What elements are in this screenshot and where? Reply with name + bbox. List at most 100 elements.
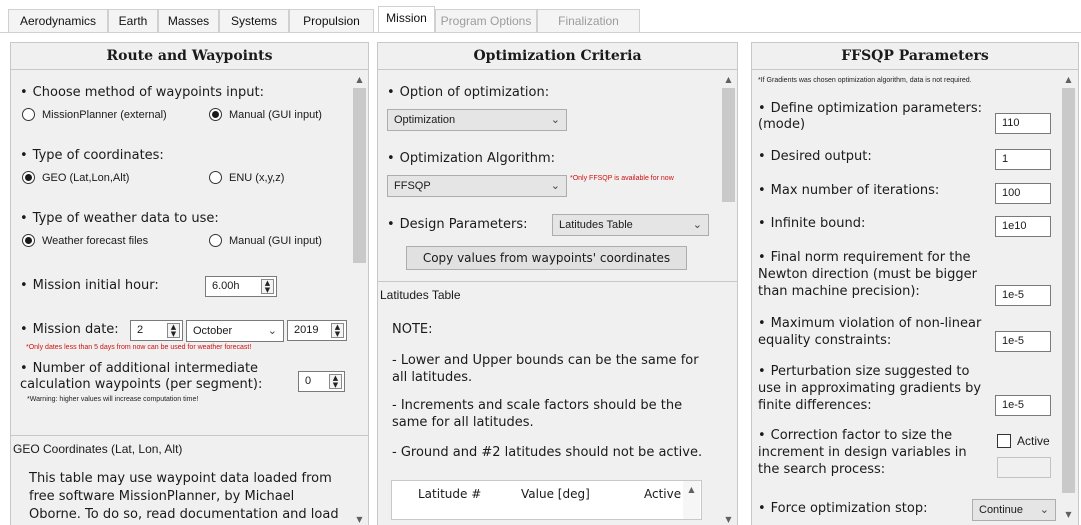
tab-masses[interactable]: Masses [158, 9, 219, 33]
force-stop-select[interactable]: Continue ⌄ [972, 499, 1056, 521]
param-norm-label: Final norm requirement for the Newton di… [758, 249, 993, 300]
mission-date-label: Mission date: [20, 322, 119, 338]
route-scrollbar[interactable]: ▲ [351, 71, 368, 435]
date-note: *Only dates less than 5 days from now ca… [26, 344, 252, 351]
geo-coordinates-subpanel: GEO Coordinates (Lat, Lon, Alt) This tab… [11, 435, 368, 525]
spin-arrows-icon[interactable]: ▲ ▼ [167, 323, 180, 338]
param-output-input[interactable]: 1 [995, 149, 1051, 170]
column-header-value[interactable]: Value [deg] [521, 487, 590, 501]
radio-dot-selected [22, 171, 35, 184]
spin-arrows-icon[interactable]: ▲ ▼ [261, 279, 274, 294]
ffsqp-panel-title: FFSQP Parameters [752, 43, 1078, 70]
scroll-down-icon[interactable]: ▼ [1060, 506, 1077, 523]
param-violation-input[interactable]: 1e-5 [995, 331, 1051, 352]
spin-arrows-icon[interactable]: ▲ ▼ [329, 374, 342, 389]
radio-weather-files[interactable]: Weather forecast files [22, 234, 148, 247]
initial-hour-value: 6.00h [212, 280, 240, 292]
chevron-down-icon: ⌄ [550, 114, 560, 126]
param-norm-input[interactable]: 1e-5 [995, 285, 1051, 306]
chevron-down-icon: ⌄ [550, 180, 560, 192]
radio-label: MissionPlanner (external) [42, 108, 167, 121]
checkbox-label: Active [1017, 434, 1050, 448]
date-day-spinbox[interactable]: 2 ▲ ▼ [130, 320, 183, 341]
tab-propulsion[interactable]: Propulsion [289, 9, 374, 33]
latitudes-table: Latitude # Value [deg] Active ▲ [391, 480, 702, 520]
optimization-option-label: Option of optimization: [387, 85, 549, 101]
optimization-option-select[interactable]: Optimization ⌄ [387, 109, 567, 131]
scrollbar-thumb[interactable] [353, 88, 366, 263]
radio-enu[interactable]: ENU (x,y,z) [209, 171, 284, 184]
param-bound-input[interactable]: 1e10 [995, 216, 1051, 237]
scrollbar-thumb[interactable] [722, 88, 735, 202]
chevron-down-icon: ⌄ [267, 325, 277, 337]
route-waypoints-panel: Route and Waypoints Choose method of way… [10, 42, 369, 525]
optimization-criteria-panel: Optimization Criteria Option of optimiza… [377, 42, 738, 525]
note-ground: - Ground and #2 latitudes should not be … [392, 445, 703, 460]
date-month-select[interactable]: October ⌄ [186, 320, 284, 342]
table-scrollbar[interactable]: ▲ [683, 481, 700, 519]
latitudes-scrollbar[interactable]: ▼ [720, 282, 737, 525]
route-panel-title: Route and Waypoints [11, 43, 368, 70]
radio-missionplanner[interactable]: MissionPlanner (external) [22, 108, 167, 121]
radio-dot-selected [22, 234, 35, 247]
tab-earth[interactable]: Earth [108, 9, 158, 33]
radio-label: GEO (Lat,Lon,Alt) [42, 171, 130, 184]
ffsqp-parameters-panel: FFSQP Parameters *If Gradients was chose… [751, 42, 1079, 525]
scroll-down-icon[interactable]: ▼ [351, 511, 368, 525]
scroll-up-icon[interactable]: ▲ [683, 481, 700, 498]
scroll-up-icon[interactable]: ▲ [720, 71, 737, 88]
scroll-down-icon[interactable]: ▼ [720, 511, 737, 525]
param-bound-label: Infinite bound: [758, 216, 866, 232]
tab-mission[interactable]: Mission [378, 6, 435, 33]
chevron-down-icon: ⌄ [692, 219, 702, 231]
radio-label: Manual (GUI input) [229, 234, 322, 247]
ffsqp-note: *If Gradients was chosen optimization al… [758, 77, 972, 84]
param-output-label: Desired output: [758, 149, 872, 165]
radio-label: Weather forecast files [42, 234, 149, 247]
correction-factor-label: Correction factor to size the increment … [758, 427, 990, 478]
scrollbar-thumb[interactable] [1062, 88, 1075, 493]
ffsqp-scrollbar[interactable]: ▲ ▼ [1060, 71, 1077, 523]
column-header-active[interactable]: Active [644, 487, 681, 501]
design-parameters-value: Latitudes Table [559, 219, 633, 231]
param-mode-input[interactable]: 110 [995, 113, 1051, 134]
scroll-up-icon[interactable]: ▲ [1060, 71, 1077, 88]
algorithm-label: Optimization Algorithm: [387, 151, 555, 167]
correction-factor-input[interactable] [997, 457, 1051, 478]
tab-systems[interactable]: Systems [219, 9, 289, 33]
date-day-value: 2 [137, 324, 144, 336]
correction-active-checkbox[interactable]: Active [997, 434, 1050, 448]
intermediate-value: 0 [305, 375, 312, 387]
param-iterations-input[interactable]: 100 [995, 183, 1051, 204]
radio-geo[interactable]: GEO (Lat,Lon,Alt) [22, 171, 129, 184]
latitudes-table-title: Latitudes Table [380, 288, 461, 302]
scroll-up-icon[interactable]: ▲ [351, 71, 368, 88]
column-header-latitude[interactable]: Latitude # [418, 487, 481, 501]
intermediate-waypoints-spinbox[interactable]: 0 ▲ ▼ [298, 371, 345, 392]
optimization-scrollbar[interactable]: ▲ [720, 71, 737, 281]
radio-dot [209, 234, 222, 247]
algorithm-value: FFSQP [394, 180, 431, 192]
geo-scrollbar[interactable]: ▼ [351, 436, 368, 525]
spin-arrows-icon[interactable]: ▲ ▼ [331, 323, 344, 338]
param-violation-label: Maximum violation of non-linear equality… [758, 315, 993, 349]
geo-coordinates-text: This table may use waypoint data loaded … [29, 471, 339, 522]
initial-hour-label: Mission initial hour: [20, 278, 159, 294]
latitudes-subpanel: Latitudes Table NOTE: - Lower and Upper … [378, 281, 737, 525]
tab-finalization[interactable]: Finalization [537, 9, 640, 33]
radio-manual-waypoints[interactable]: Manual (GUI input) [209, 108, 322, 121]
tab-program-options[interactable]: Program Options [435, 9, 537, 33]
tab-aerodynamics[interactable]: Aerodynamics [8, 9, 108, 33]
radio-weather-manual[interactable]: Manual (GUI input) [209, 234, 322, 247]
date-year-spinbox[interactable]: 2019 ▲ ▼ [287, 320, 347, 341]
note-bounds: - Lower and Upper bounds can be the same… [392, 353, 699, 385]
param-perturbation-input[interactable]: 1e-5 [995, 395, 1051, 416]
note-title: NOTE: [392, 322, 433, 337]
coords-type-label: Type of coordinates: [20, 148, 164, 164]
radio-label: Manual (GUI input) [229, 108, 322, 121]
algorithm-select[interactable]: FFSQP ⌄ [387, 175, 567, 197]
optimization-option-value: Optimization [394, 114, 456, 126]
initial-hour-spinbox[interactable]: 6.00h ▲ ▼ [205, 276, 277, 297]
design-parameters-select[interactable]: Latitudes Table ⌄ [552, 214, 709, 236]
copy-waypoints-button[interactable]: Copy values from waypoints' coordinates [406, 246, 687, 270]
